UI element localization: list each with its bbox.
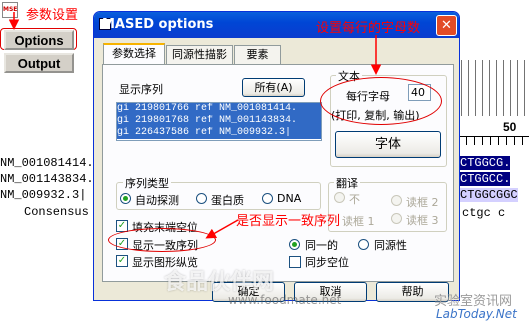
food-watermark-url: www.foodmate.net [228,293,342,307]
food-watermark: 食品伙伴网 [164,270,275,295]
lab-watermark-url: LabToday.Net [436,307,517,321]
consensus-arrow [205,219,239,239]
